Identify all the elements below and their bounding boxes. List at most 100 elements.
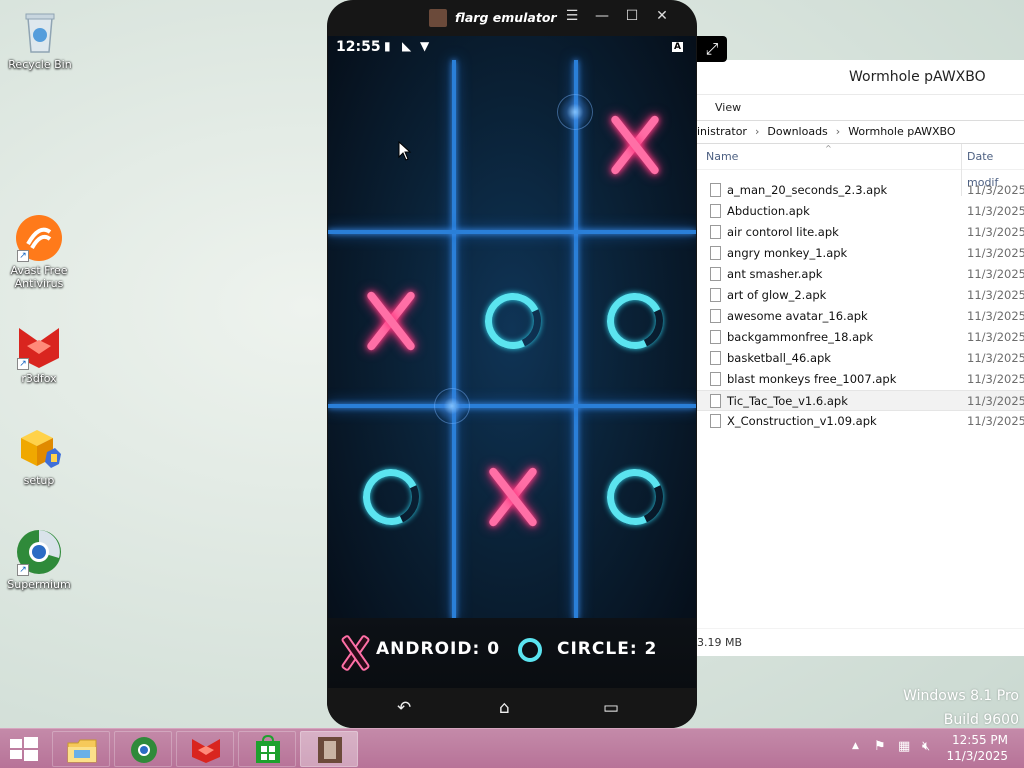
clock-date: 11/3/2025 <box>946 749 1008 763</box>
board-line-vertical <box>574 60 578 620</box>
column-header-name[interactable]: Name <box>706 144 738 170</box>
r3dfox-icon <box>192 739 220 763</box>
home-icon[interactable]: ⌂ <box>499 698 510 718</box>
start-button[interactable] <box>10 737 38 761</box>
board-cell[interactable] <box>336 90 446 200</box>
file-row[interactable]: ant smasher.apk11/3/2025 1 <box>697 264 1024 285</box>
column-header-row: ^ Name Date modif <box>697 144 1024 196</box>
file-icon <box>710 204 721 218</box>
taskbar-supermium[interactable] <box>114 731 172 767</box>
menu-icon[interactable]: ☰ <box>563 8 581 24</box>
circle-score: CIRCLE: 2 <box>557 639 658 659</box>
taskbar-store[interactable] <box>238 731 296 767</box>
file-icon <box>710 372 721 386</box>
close-icon[interactable]: ✕ <box>653 8 671 24</box>
file-row[interactable]: art of glow_2.apk11/3/2025 1 <box>697 285 1024 306</box>
fullscreen-expand-icon[interactable]: ⤢ <box>697 36 727 62</box>
file-icon <box>710 183 721 197</box>
chevron-right-icon: › <box>835 125 841 138</box>
file-row[interactable]: a_man_20_seconds_2.3.apk11/3/2025 1 <box>697 180 1024 201</box>
taskbar-flarg-emulator[interactable] <box>300 731 358 767</box>
file-icon <box>710 394 721 408</box>
signal-icon: ◣ <box>402 39 412 53</box>
file-row[interactable]: basketball_46.apk11/3/2025 1 <box>697 348 1024 369</box>
breadcrumb[interactable]: inistrator › Downloads › Wormhole pAWXBO <box>697 120 1024 144</box>
minimize-icon[interactable]: — <box>593 8 611 24</box>
file-row-selected[interactable]: Tic_Tac_Toe_v1.6.apk11/3/2025 1 <box>697 390 1024 411</box>
board-cell[interactable] <box>458 90 568 200</box>
board-cell-x[interactable] <box>336 266 446 376</box>
breadcrumb-item[interactable]: Wormhole pAWXBO <box>848 125 955 138</box>
file-row[interactable]: Abduction.apk11/3/2025 1 <box>697 201 1024 222</box>
recent-apps-icon[interactable]: ▭ <box>603 698 619 718</box>
supermium-icon <box>131 737 157 763</box>
board-line-vertical <box>452 60 456 620</box>
desktop-icon-recycle-bin[interactable]: Recycle Bin <box>2 8 78 71</box>
file-row[interactable]: angry monkey_1.apk11/3/2025 1 <box>697 243 1024 264</box>
file-row[interactable]: backgammonfree_18.apk11/3/2025 1 <box>697 327 1024 348</box>
desktop-icon-setup[interactable]: setup <box>1 424 77 487</box>
board-line-horizontal <box>328 404 696 408</box>
board-cell-x[interactable] <box>580 90 690 200</box>
watermark-edition: Windows 8.1 Pro <box>903 688 1019 704</box>
o-mark <box>599 285 671 357</box>
ribbon-bar: View <box>697 94 1024 120</box>
setup-icon <box>15 424 63 472</box>
board-cell-o[interactable] <box>580 442 690 552</box>
file-row[interactable]: X_Construction_v1.09.apk11/3/2025 1 <box>697 411 1024 432</box>
ribbon-view-tab[interactable]: View <box>715 101 741 114</box>
tray-show-hidden-icon[interactable]: ▲ <box>852 741 859 751</box>
x-score-icon <box>342 635 366 665</box>
board-cell-o[interactable] <box>458 266 568 376</box>
file-icon <box>710 246 721 260</box>
windows-watermark: Windows 8.1 Pro Build 9600 <box>903 684 1019 732</box>
avast-icon: ↗ <box>15 214 63 262</box>
store-icon <box>256 735 280 763</box>
breadcrumb-item[interactable]: Downloads <box>767 125 827 138</box>
board-cell-x[interactable] <box>458 442 568 552</box>
file-list: a_man_20_seconds_2.3.apk11/3/2025 1 Abdu… <box>697 180 1024 432</box>
phone-screen[interactable]: 12:55 ▮ ◣ ▼ A ANDROID: 0 CIRCLE: 2 <box>328 36 696 688</box>
board-cell-o[interactable] <box>336 442 446 552</box>
taskbar-r3dfox[interactable] <box>176 731 234 767</box>
desktop-icon-r3dfox[interactable]: ↗ r3dfox <box>1 322 77 385</box>
status-time: 12:55 <box>336 39 381 55</box>
maximize-icon[interactable]: ☐ <box>623 8 641 24</box>
file-row[interactable]: blast monkeys free_1007.apk11/3/2025 1 <box>697 369 1024 390</box>
emulator-titlebar[interactable]: flarg emulator ☰ — ☐ ✕ <box>327 0 697 36</box>
taskbar-clock[interactable]: 12:55 PM 11/3/2025 <box>946 732 1008 764</box>
circle-score-icon <box>518 638 542 662</box>
volume-muted-icon[interactable]: 🔇︎ <box>922 739 930 754</box>
desktop-icon-supermium[interactable]: ↗ Supermium <box>1 528 77 591</box>
flarg-emulator-icon <box>318 737 342 763</box>
file-row[interactable]: awesome avatar_16.apk11/3/2025 1 <box>697 306 1024 327</box>
network-icon[interactable]: ▦ <box>898 739 910 754</box>
board-line-horizontal <box>328 230 696 234</box>
desktop-icon-label: Supermium <box>7 578 71 591</box>
taskbar-file-explorer[interactable] <box>52 731 110 767</box>
android-score: ANDROID: 0 <box>376 639 501 659</box>
file-row[interactable]: air contorol lite.apk11/3/2025 1 <box>697 222 1024 243</box>
supermium-icon: ↗ <box>15 528 63 576</box>
action-center-flag-icon[interactable]: ⚑ <box>874 739 886 754</box>
file-icon <box>710 225 721 239</box>
back-icon[interactable]: ↶ <box>397 698 411 718</box>
file-explorer-window: Wormhole pAWXBO View inistrator › Download… <box>696 60 1024 656</box>
clock-time: 12:55 PM <box>952 733 1008 747</box>
o-mark <box>599 461 671 533</box>
emulator-app-icon <box>429 9 447 27</box>
file-icon <box>710 351 721 365</box>
explorer-status-bar: 3.19 MB <box>697 628 1024 656</box>
breadcrumb-item[interactable]: inistrator <box>697 125 747 138</box>
shortcut-arrow-icon: ↗ <box>17 358 29 370</box>
desktop-icon-label: r3dfox <box>21 372 57 385</box>
desktop-icon-label: setup <box>23 474 55 487</box>
android-status-bar: 12:55 ▮ ◣ ▼ A <box>328 36 696 60</box>
notification-a-icon: A <box>672 42 683 52</box>
file-icon <box>710 288 721 302</box>
r3dfox-icon: ↗ <box>15 322 63 370</box>
desktop-icon-label: Avast Free Antivirus <box>10 264 68 290</box>
desktop-icon-avast[interactable]: ↗ Avast Free Antivirus <box>1 214 77 290</box>
board-cell-o[interactable] <box>580 266 690 376</box>
battery-icon: ▮ <box>384 39 391 53</box>
